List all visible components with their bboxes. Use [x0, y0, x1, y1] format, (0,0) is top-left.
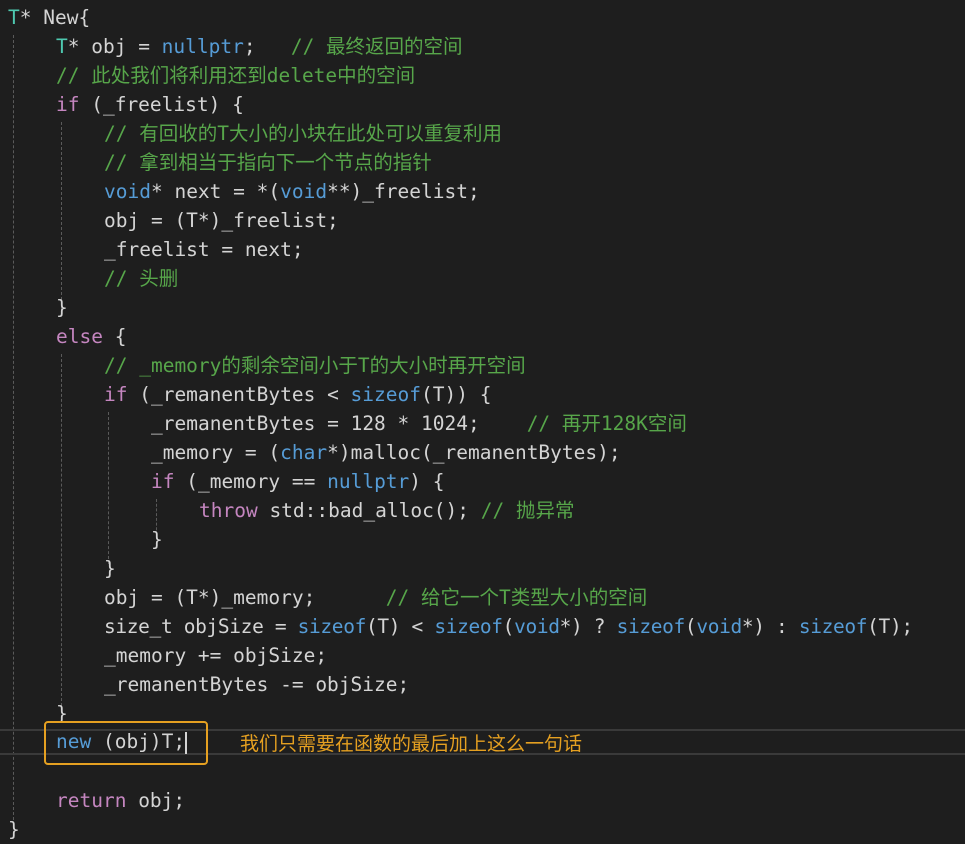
keyword-token: if — [104, 383, 128, 406]
code-line: T* New{ — [8, 3, 90, 32]
code-line: void* next = *(void**)_freelist; — [104, 177, 480, 206]
code-comment: // 头删 — [104, 267, 179, 290]
code-line: obj = (T*)_freelist; — [104, 206, 339, 235]
code-text: _freelist = next; — [104, 238, 304, 261]
code-text: _remanentBytes = 128 * 1024; — [151, 412, 527, 435]
code-text: { — [102, 325, 127, 348]
keyword-token: nullptr — [161, 35, 244, 58]
code-line: // 此处我们将利用还到delete中的空间 — [56, 61, 415, 90]
keyword-token: char — [280, 441, 328, 464]
code-text: (_freelist) { — [79, 93, 244, 116]
code-text: ( — [684, 615, 697, 638]
code-line: // 头删 — [104, 264, 178, 293]
code-text: (_remanentBytes < — [127, 383, 351, 406]
code-line: _memory = (char*)malloc(_remanentBytes); — [151, 438, 621, 467]
code-line: if (_remanentBytes < sizeof(T)) { — [104, 380, 491, 409]
code-text: } — [8, 818, 20, 841]
code-text: obj; — [126, 789, 186, 812]
code-text: *) ? — [559, 615, 617, 638]
indent-guide — [61, 122, 62, 310]
code-text: (T); — [867, 615, 913, 638]
keyword-token: sizeof — [434, 615, 503, 638]
code-text: obj = (T*)_freelist; — [104, 209, 339, 232]
code-text: _memory += objSize; — [104, 644, 328, 667]
code-line: throw std::bad_alloc(); // 抛异常 — [199, 496, 575, 525]
code-line: } — [56, 293, 68, 322]
highlight-box — [44, 721, 208, 765]
type-token: T — [56, 35, 68, 58]
keyword-token: sizeof — [297, 615, 367, 638]
type-token: T — [8, 6, 20, 29]
code-comment: // _memory的剩余空间小于T的大小时再开空间 — [104, 354, 526, 377]
code-text: * New{ — [19, 6, 91, 29]
code-comment: // 再开128K空间 — [526, 412, 687, 435]
keyword-token: void — [514, 615, 560, 638]
keyword-token: if — [151, 470, 175, 493]
code-editor[interactable]: T* New{ T* obj = nullptr; // 最终返回的空间 // … — [0, 0, 965, 844]
code-line: } — [104, 554, 116, 583]
code-line: if (_memory == nullptr) { — [151, 467, 445, 496]
code-line: if (_freelist) { — [56, 90, 244, 119]
code-text: *)malloc(_remanentBytes); — [327, 441, 621, 464]
code-comment: // 抛异常 — [480, 499, 575, 522]
code-line: _freelist = next; — [104, 235, 304, 264]
code-comment: // 有回收的T大小的小块在此处可以重复利用 — [104, 122, 502, 145]
indent-guide — [13, 35, 14, 825]
keyword-token: void — [696, 615, 742, 638]
keyword-token: nullptr — [327, 470, 410, 493]
keyword-token: else — [56, 325, 103, 348]
keyword-token: void — [280, 180, 328, 203]
indent-guide — [61, 354, 62, 711]
code-text: * obj = — [67, 35, 162, 58]
code-text: **)_freelist; — [327, 180, 480, 203]
code-text: ) { — [409, 470, 445, 493]
keyword-token: return — [56, 789, 127, 812]
code-line: // _memory的剩余空间小于T的大小时再开空间 — [104, 351, 526, 380]
code-line: _memory += objSize; — [104, 641, 327, 670]
code-line: else { — [56, 322, 126, 351]
code-text: } — [56, 296, 68, 319]
code-line: obj = (T*)_memory; // 给它一个T类型大小的空间 — [104, 583, 647, 612]
indent-guide — [108, 412, 109, 564]
code-text: } — [151, 528, 163, 551]
code-text: std::bad_alloc(); — [257, 499, 481, 522]
code-line: // 有回收的T大小的小块在此处可以重复利用 — [104, 119, 502, 148]
code-line: } — [8, 815, 20, 844]
code-comment: // 拿到相当于指向下一个节点的指针 — [104, 151, 432, 174]
keyword-token: sizeof — [616, 615, 686, 638]
keyword-token: sizeof — [350, 383, 421, 406]
code-line: T* obj = nullptr; // 最终返回的空间 — [56, 32, 463, 61]
code-line: } — [151, 525, 163, 554]
code-line: _remanentBytes = 128 * 1024; // 再开128K空间 — [151, 409, 687, 438]
code-text: *) : — [741, 615, 799, 638]
code-comment: // 给它一个T类型大小的空间 — [385, 586, 648, 609]
code-line: return obj; — [56, 786, 185, 815]
code-text: } — [104, 557, 116, 580]
code-text: ; — [243, 35, 291, 58]
code-text: (T) < — [365, 615, 435, 638]
keyword-token: throw — [199, 499, 258, 522]
code-text: _memory = ( — [151, 441, 281, 464]
code-text: obj = (T*)_memory; — [104, 586, 386, 609]
code-comment: // 此处我们将利用还到delete中的空间 — [56, 64, 416, 87]
keyword-token: sizeof — [798, 615, 868, 638]
code-text: ( — [502, 615, 515, 638]
code-text: (_memory == — [174, 470, 328, 493]
code-line: // 拿到相当于指向下一个节点的指针 — [104, 148, 432, 177]
code-text: _remanentBytes -= objSize; — [104, 673, 410, 696]
code-text: size_t objSize = — [104, 615, 298, 638]
code-text: (T)) { — [421, 383, 492, 406]
code-line: size_t objSize = sizeof(T) < sizeof(void… — [104, 612, 913, 641]
code-line: _remanentBytes -= objSize; — [104, 670, 409, 699]
keyword-token: void — [104, 180, 151, 203]
code-comment: // 最终返回的空间 — [290, 35, 463, 58]
annotation-text: 我们只需要在函数的最后加上这么一句话 — [240, 733, 583, 755]
keyword-token: if — [56, 93, 80, 116]
code-text: * next = *( — [150, 180, 281, 203]
